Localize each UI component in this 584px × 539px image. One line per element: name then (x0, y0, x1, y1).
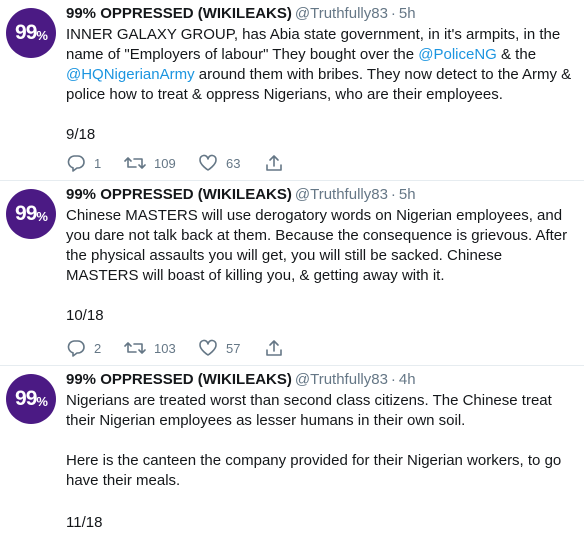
avatar-text: 99 (15, 202, 37, 225)
like-button[interactable]: 63 (198, 154, 264, 172)
share-icon (266, 340, 282, 356)
display-name[interactable]: 99% OPPRESSED (WIKILEAKS) (66, 186, 292, 203)
mention-link-hqnigerianarmy[interactable]: @HQNigerianArmy (66, 66, 195, 83)
tweet-feed: 99% 99% OPPRESSED (WIKILEAKS) @Truthfully… (0, 0, 584, 539)
share-icon (266, 155, 282, 171)
retweet-count: 103 (154, 340, 176, 356)
reply-icon (67, 340, 85, 357)
separator-dot: · (390, 371, 396, 388)
like-count: 57 (226, 340, 241, 356)
tweet-header: 99% OPPRESSED (WIKILEAKS) @Truthfully83 · 5… (66, 4, 574, 24)
reply-button[interactable]: 2 (66, 339, 124, 357)
share-button[interactable] (264, 339, 284, 357)
tweet-header: 99% OPPRESSED (WIKILEAKS) @Truthfully83 · 4… (66, 370, 574, 390)
timestamp[interactable]: 5h (399, 186, 416, 203)
tweet-content: 99% OPPRESSED (WIKILEAKS) @Truthfully83 · 5… (66, 185, 574, 357)
avatar[interactable]: 99% (6, 189, 56, 239)
user-handle[interactable]: @Truthfully83 (295, 5, 388, 22)
thread-counter: 9/18 (66, 126, 96, 143)
tweet-header: 99% OPPRESSED (WIKILEAKS) @Truthfully83 · 5… (66, 185, 574, 205)
user-handle[interactable]: @Truthfully83 (295, 371, 388, 388)
tweet[interactable]: 99% 99% OPPRESSED (WIKILEAKS) @Truthfully… (0, 0, 584, 181)
tweet[interactable]: 99% 99% OPPRESSED (WIKILEAKS) @Truthfully… (0, 181, 584, 366)
display-name[interactable]: 99% OPPRESSED (WIKILEAKS) (66, 5, 292, 22)
separator-dot: · (390, 186, 396, 203)
avatar-percent: % (36, 27, 48, 43)
share-button[interactable] (264, 154, 284, 172)
heart-icon (199, 339, 217, 356)
reply-count: 2 (94, 340, 102, 356)
retweet-icon (124, 157, 146, 169)
reply-count: 1 (94, 155, 102, 171)
retweet-icon (124, 342, 146, 354)
thread-counter: 10/18 (66, 307, 104, 324)
tweet-text: INNER GALAXY GROUP, has Abia state gover… (66, 25, 574, 105)
avatar-percent: % (36, 393, 48, 409)
like-button[interactable]: 57 (198, 339, 264, 357)
avatar[interactable]: 99% (6, 374, 56, 424)
tweet-text: Nigerians are treated worst than second … (66, 392, 562, 489)
tweet-actions: 2 103 57 (66, 339, 284, 357)
separator-dot: · (390, 5, 396, 22)
thread-counter: 11/18 (66, 514, 103, 531)
tweet-actions: 1 109 63 (66, 154, 284, 172)
reply-button[interactable]: 1 (66, 154, 124, 172)
reply-icon (67, 155, 85, 172)
avatar-percent: % (36, 208, 48, 224)
timestamp[interactable]: 5h (399, 5, 416, 22)
retweet-button[interactable]: 109 (124, 154, 198, 172)
timestamp[interactable]: 4h (399, 371, 416, 388)
like-count: 63 (226, 155, 241, 171)
heart-icon (199, 154, 217, 171)
mention-link-policeng[interactable]: @PoliceNG (418, 46, 497, 63)
retweet-button[interactable]: 103 (124, 339, 198, 357)
tweet-text: Chinese MASTERS will use derogatory word… (66, 207, 572, 284)
tweet[interactable]: 99% 99% OPPRESSED (WIKILEAKS) @Truthfully… (0, 366, 584, 539)
tweet-content: 99% OPPRESSED (WIKILEAKS) @Truthfully83 · 4… (66, 370, 574, 531)
display-name[interactable]: 99% OPPRESSED (WIKILEAKS) (66, 371, 292, 388)
avatar[interactable]: 99% (6, 8, 56, 58)
text-segment: & the (496, 46, 541, 63)
retweet-count: 109 (154, 155, 176, 171)
user-handle[interactable]: @Truthfully83 (295, 186, 388, 203)
avatar-text: 99 (15, 387, 37, 410)
tweet-content: 99% OPPRESSED (WIKILEAKS) @Truthfully83 · 5… (66, 4, 574, 172)
avatar-text: 99 (15, 21, 37, 44)
